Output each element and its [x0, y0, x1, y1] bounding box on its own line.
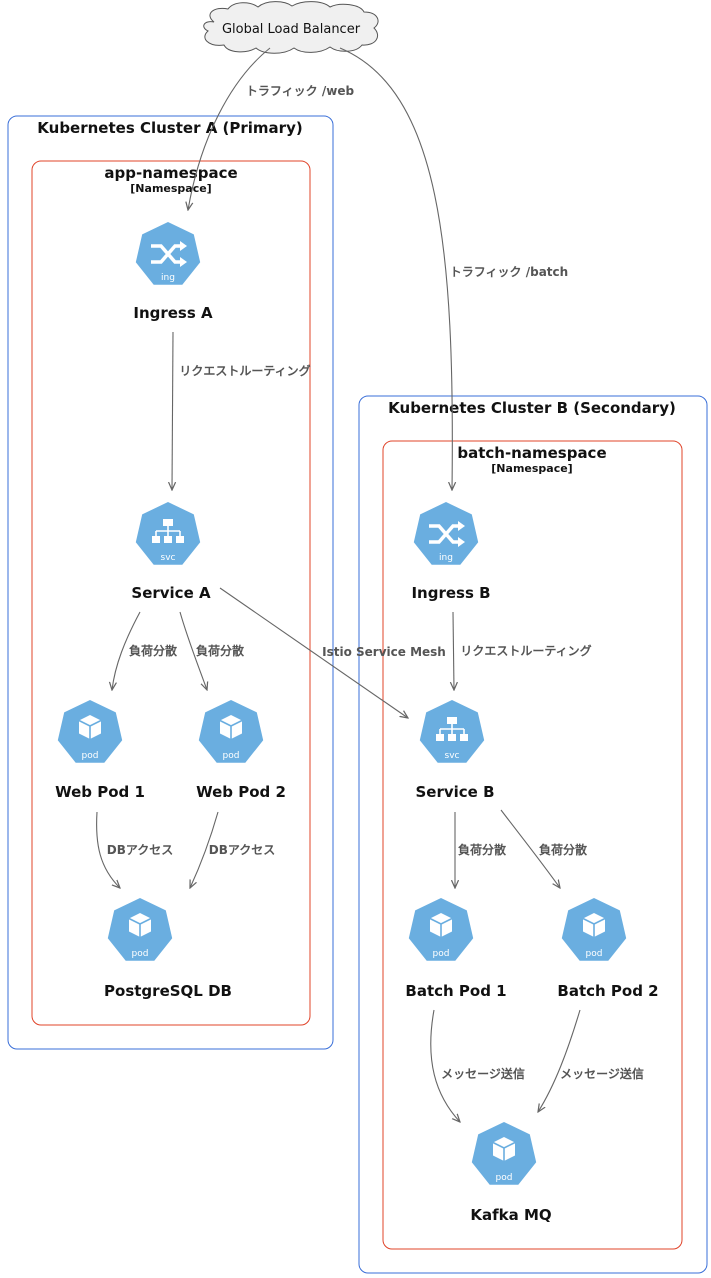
edge-label-traffic-batch: トラフィック /batch [450, 265, 568, 279]
edge-label-request-routing-a: リクエストルーティング [179, 363, 310, 378]
node-ingress-a: ing Ingress A [133, 222, 213, 322]
pod-icon: pod [471, 1122, 537, 1185]
architecture-diagram: Kubernetes Cluster A (Primary) Kubernete… [7, 1, 708, 1274]
pod-icon: pod [561, 898, 627, 961]
node-service-b: svc Service B [415, 700, 495, 801]
edge-lb-to-ingress-b [339, 47, 452, 490]
edge-label-db-access-1: DBアクセス [107, 843, 174, 857]
node-web-pod-1: pod Web Pod 1 [55, 700, 145, 801]
svg-text:pod: pod [223, 751, 240, 761]
ingress-icon: ing [135, 222, 201, 285]
load-balancer-label: Global Load Balancer [222, 22, 361, 37]
web-pod-1-label: Web Pod 1 [55, 783, 145, 801]
node-ingress-b: ing Ingress B [411, 502, 491, 602]
node-web-pod-2: pod Web Pod 2 [196, 700, 286, 801]
edge-ingress-a-to-service-a [172, 331, 173, 490]
edge-label-traffic-web: トラフィック /web [246, 84, 355, 98]
app-namespace-subtitle: [Namespace] [130, 182, 211, 195]
svg-text:pod: pod [586, 949, 603, 959]
ingress-icon: ing [413, 502, 479, 565]
edge-label-lb-batch-1: 負荷分散 [458, 842, 507, 857]
batch-pod-2-label: Batch Pod 2 [557, 982, 658, 1000]
app-namespace-title: app-namespace [104, 164, 237, 182]
service-icon: svc [135, 502, 201, 565]
edge-batch-pod-1-to-kafka [430, 1009, 460, 1122]
node-batch-pod-2: pod Batch Pod 2 [557, 898, 659, 1000]
cluster-b-box [358, 395, 708, 1274]
cluster-a-title: Kubernetes Cluster A (Primary) [37, 119, 302, 137]
node-service-a: svc Service A [131, 502, 211, 602]
batch-namespace-subtitle: [Namespace] [491, 462, 572, 475]
svg-text:pod: pod [433, 949, 450, 959]
pod-icon: pod [107, 898, 173, 961]
edge-label-lb-web-2: 負荷分散 [196, 643, 245, 658]
svg-text:svc: svc [161, 553, 176, 563]
svg-text:ing: ing [161, 273, 175, 283]
edge-label-lb-batch-2: 負荷分散 [539, 842, 588, 857]
edge-label-message-2: メッセージ送信 [560, 1066, 644, 1081]
global-load-balancer: Global Load Balancer [203, 1, 379, 54]
node-postgresql-db: pod PostgreSQL DB [104, 898, 232, 1000]
service-b-label: Service B [415, 783, 494, 801]
edge-ingress-b-to-service-b [453, 611, 454, 690]
edge-label-db-access-2: DBアクセス [209, 843, 276, 857]
batch-pod-1-label: Batch Pod 1 [405, 982, 506, 1000]
edge-batch-pod-2-to-kafka [538, 1009, 581, 1112]
batch-namespace-box [382, 440, 683, 1250]
svg-text:svc: svc [445, 751, 460, 761]
postgresql-db-label: PostgreSQL DB [104, 982, 232, 1000]
svg-text:pod: pod [132, 949, 149, 959]
ingress-b-label: Ingress B [411, 584, 490, 602]
service-icon: svc [419, 700, 485, 763]
batch-namespace-title: batch-namespace [457, 444, 606, 462]
node-batch-pod-1: pod Batch Pod 1 [405, 898, 507, 1000]
svg-text:ing: ing [439, 553, 453, 563]
service-a-label: Service A [131, 584, 211, 602]
edge-label-istio-mesh: Istio Service Mesh [322, 645, 446, 659]
pod-icon: pod [408, 898, 474, 961]
svg-text:pod: pod [496, 1173, 513, 1183]
edge-label-request-routing-b: リクエストルーティング [460, 643, 591, 658]
node-kafka-mq: pod Kafka MQ [470, 1122, 552, 1224]
web-pod-2-label: Web Pod 2 [196, 783, 286, 801]
pod-icon: pod [57, 700, 123, 763]
svg-text:pod: pod [82, 751, 99, 761]
edge-label-message-1: メッセージ送信 [441, 1066, 525, 1081]
ingress-a-label: Ingress A [133, 304, 213, 322]
edge-label-lb-web-1: 負荷分散 [129, 643, 178, 658]
pod-icon: pod [198, 700, 264, 763]
kafka-mq-label: Kafka MQ [470, 1206, 551, 1224]
cluster-b-title: Kubernetes Cluster B (Secondary) [388, 399, 676, 417]
